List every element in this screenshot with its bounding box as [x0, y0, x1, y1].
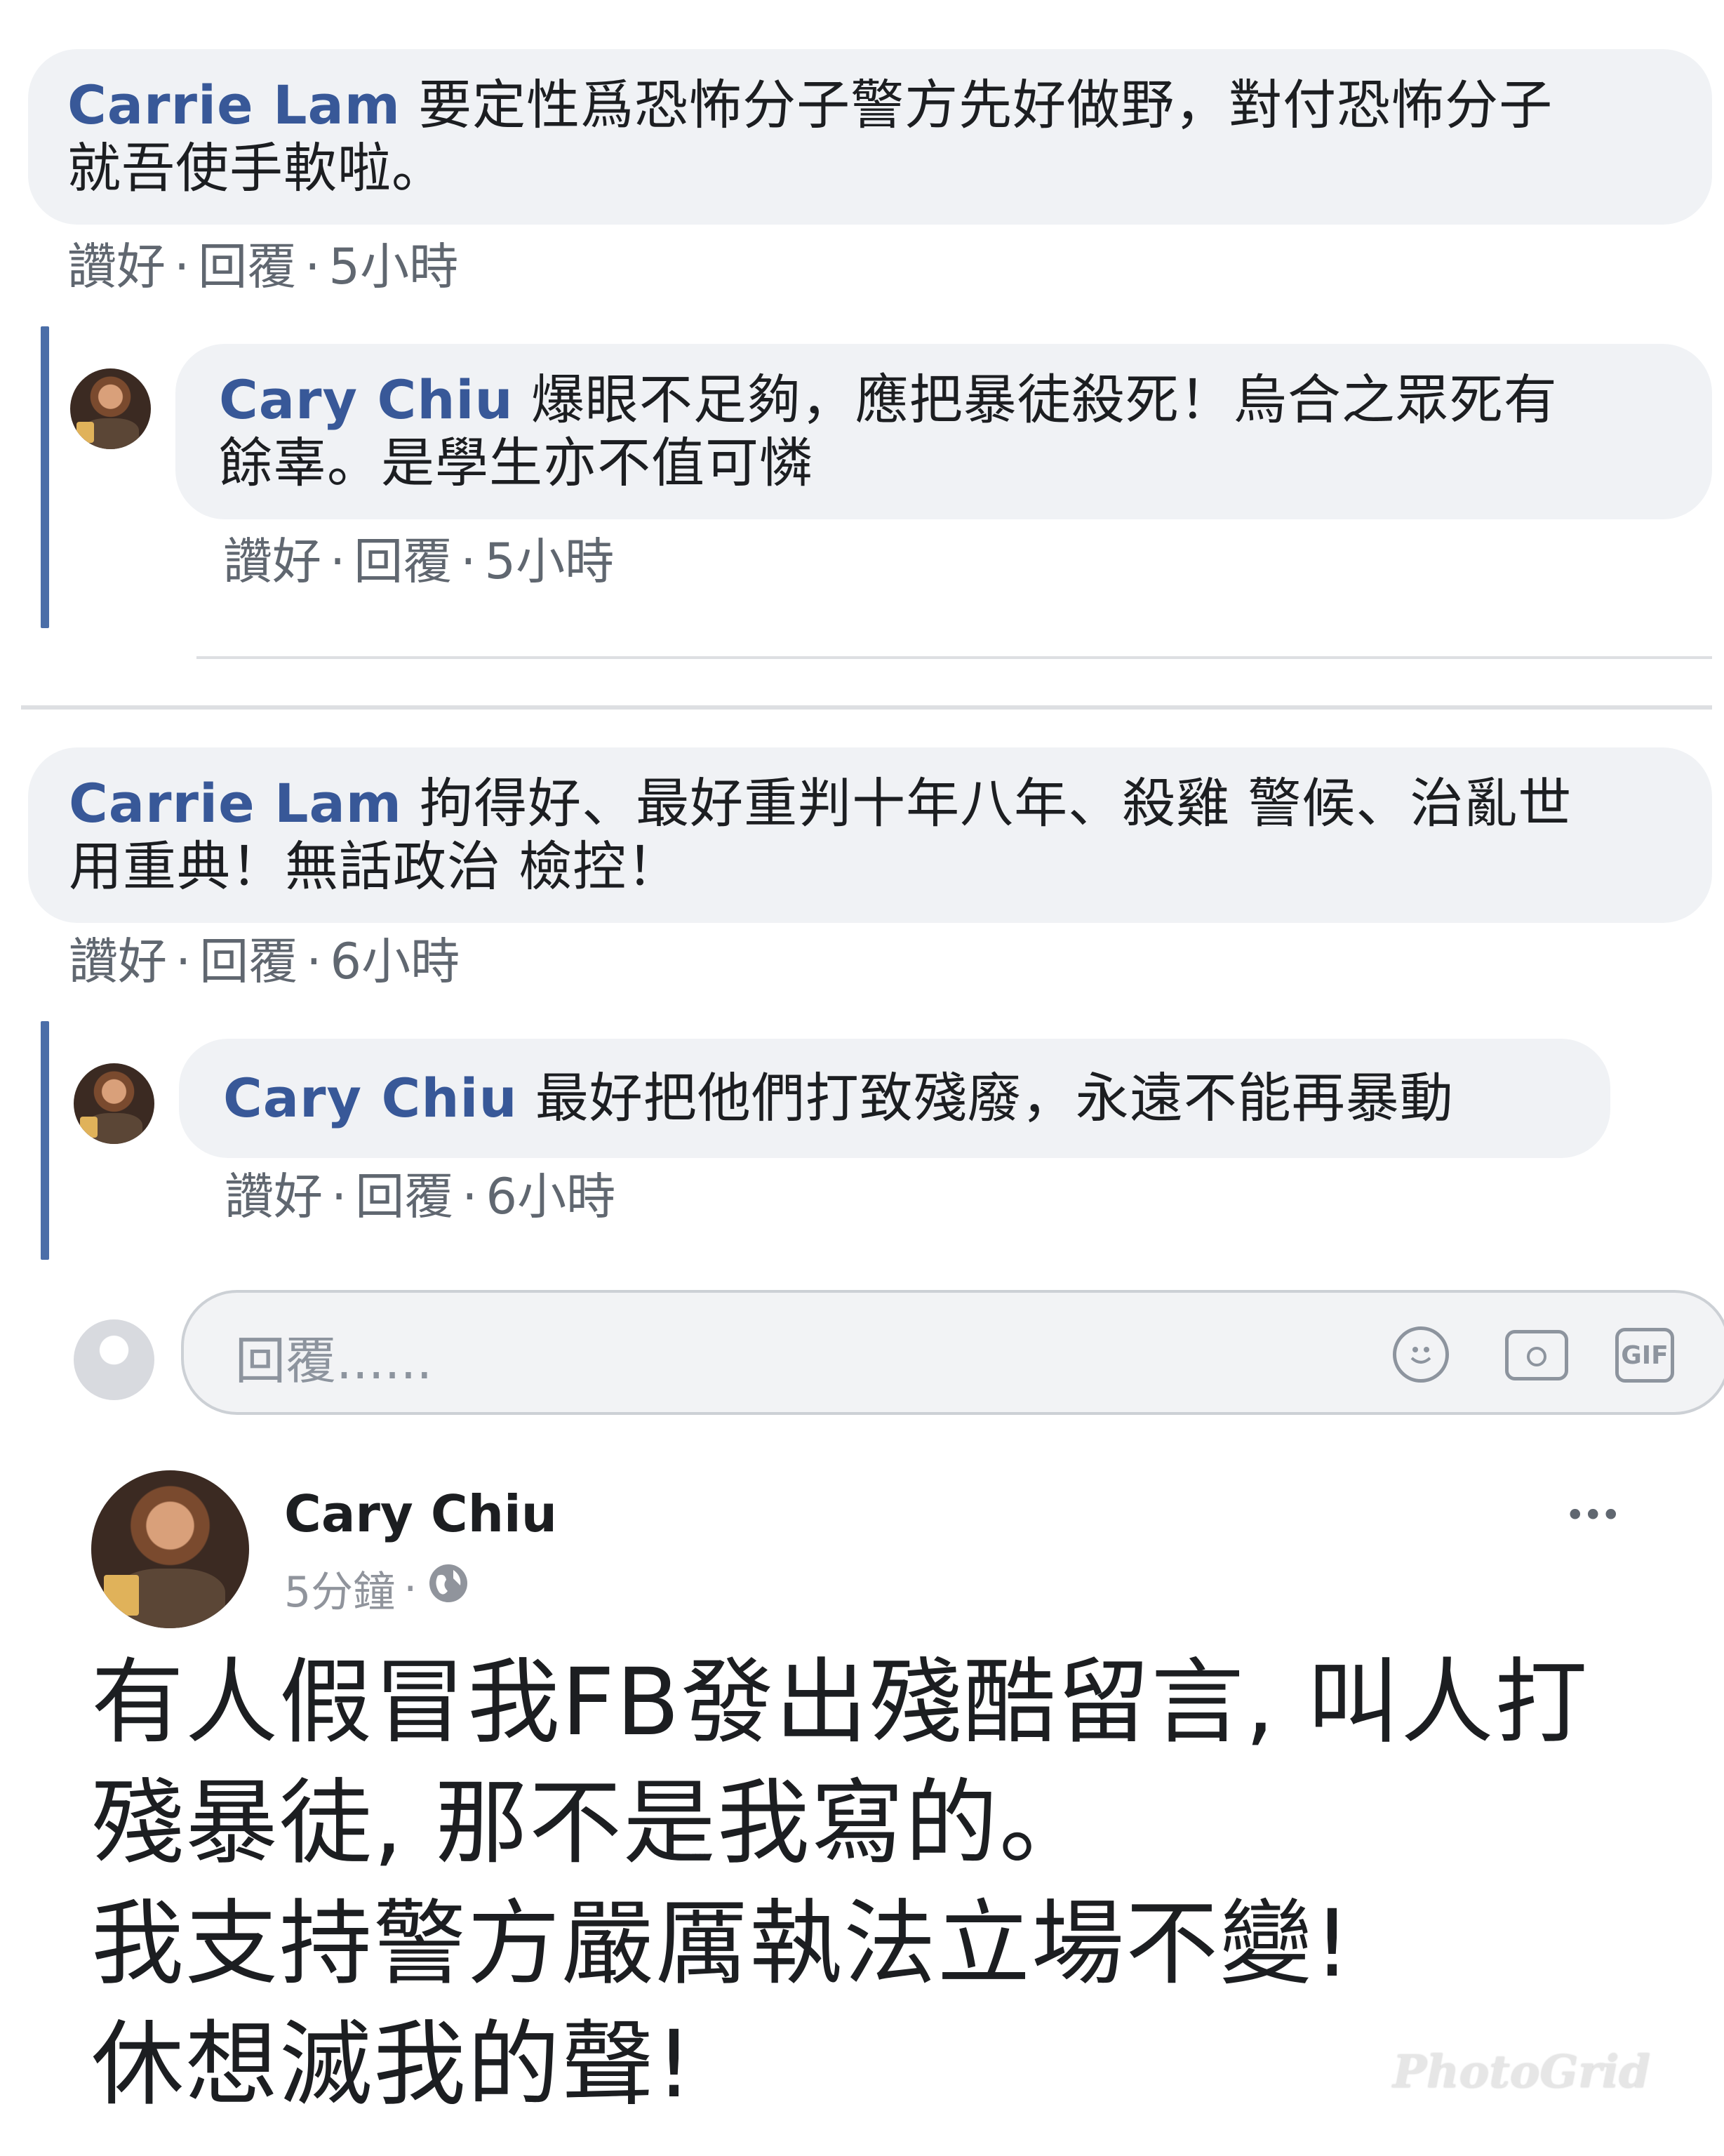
separator: · [462, 1168, 478, 1225]
reply-button[interactable]: 回覆 [355, 1169, 453, 1225]
reply-actions: 讚好 · 回覆 · 5小時 [223, 533, 614, 590]
separator: · [330, 533, 346, 590]
like-button[interactable]: 讚好 [67, 239, 166, 295]
post-time[interactable]: 5分鐘 [284, 1558, 395, 1619]
separator: · [175, 933, 192, 990]
reply-thread-line [41, 1021, 49, 1260]
post-meta: 5分鐘 · [284, 1558, 472, 1619]
comment-author[interactable]: Carrie Lam [67, 74, 401, 136]
divider [196, 656, 1712, 659]
comment-body-line2: 用重典！無話政治 檢控！ [69, 835, 681, 898]
reply-body-line2: 餘辜。是學生亦不值可憐 [219, 432, 813, 494]
timestamp[interactable]: 6小時 [330, 933, 460, 990]
separator: · [460, 533, 476, 590]
separator: · [305, 238, 321, 295]
reply-body-line1: 爆眼不足夠，應把暴徒殺死！烏合之眾死有 [530, 368, 1558, 431]
post-line-3: 我支持警方嚴厲執法立場不變! [91, 1890, 1352, 1998]
photogrid-watermark: PhotoGrid [1393, 2046, 1651, 2098]
reply-text-cary-2: Cary Chiu 最好把他們打致殘廢，永遠不能再暴動 [223, 1067, 1598, 1130]
comment-text-carrie-2: Carrie Lam 拘得好、最好重判十年八年、殺雞 警候、治亂世 用重典！無話… [69, 772, 1711, 898]
comment-body-line1: 要定性爲恐怖分子警方先好做野，對付恐怖分子 [418, 74, 1553, 136]
separator: · [331, 1168, 347, 1225]
comment-actions: 讚好 · 回覆 · 5小時 [67, 239, 458, 295]
reply-thread-line [41, 326, 49, 628]
timestamp[interactable]: 6小時 [486, 1169, 616, 1225]
timestamp[interactable]: 5小時 [329, 239, 459, 295]
globe-icon [425, 1560, 472, 1617]
separator: · [174, 238, 190, 295]
reply-author[interactable]: Cary Chiu [219, 368, 514, 431]
comment-actions: 讚好 · 回覆 · 6小時 [69, 933, 460, 990]
gif-icon[interactable]: GIF [1615, 1328, 1674, 1383]
avatar[interactable] [70, 368, 151, 449]
post-author-avatar[interactable] [91, 1470, 249, 1628]
comment-text-carrie-1: Carrie Lam 要定性爲恐怖分子警方先好做野，對付恐怖分子 就吾使手軟啦。 [67, 74, 1702, 200]
more-options-icon[interactable]: ••• [1565, 1495, 1622, 1536]
comment-body-line1: 拘得好、最好重判十年八年、殺雞 警候、治亂世 [420, 772, 1572, 834]
separator: · [306, 933, 322, 990]
separator: · [403, 1564, 417, 1613]
emoji-icon[interactable] [1393, 1326, 1449, 1383]
like-button[interactable]: 讚好 [69, 933, 167, 990]
reply-button[interactable]: 回覆 [198, 239, 296, 295]
reply-body: 最好把他們打致殘廢，永遠不能再暴動 [535, 1067, 1454, 1129]
comment-body-line2: 就吾使手軟啦。 [67, 137, 446, 199]
like-button[interactable]: 讚好 [225, 1169, 323, 1225]
camera-icon[interactable] [1505, 1330, 1568, 1380]
reply-actions: 讚好 · 回覆 · 6小時 [225, 1169, 615, 1225]
avatar[interactable] [74, 1063, 154, 1144]
reply-button[interactable]: 回覆 [354, 533, 452, 590]
default-avatar-icon [74, 1319, 154, 1400]
reply-placeholder: 回覆...... [235, 1331, 433, 1390]
section-divider [21, 705, 1712, 710]
reply-button[interactable]: 回覆 [199, 933, 298, 990]
like-button[interactable]: 讚好 [223, 533, 321, 590]
reply-text-cary-1: Cary Chiu 爆眼不足夠，應把暴徒殺死！烏合之眾死有 餘辜。是學生亦不值可… [219, 368, 1706, 495]
post-line-2: 殘暴徒, 那不是我寫的。 [91, 1769, 1093, 1877]
comment-author[interactable]: Carrie Lam [69, 772, 402, 834]
timestamp[interactable]: 5小時 [485, 533, 615, 590]
post-line-1: 有人假冒我FB發出殘酷留言, 叫人打 [91, 1649, 1589, 1757]
reply-author[interactable]: Cary Chiu [223, 1067, 518, 1129]
post-author-name[interactable]: Cary Chiu [284, 1484, 557, 1543]
